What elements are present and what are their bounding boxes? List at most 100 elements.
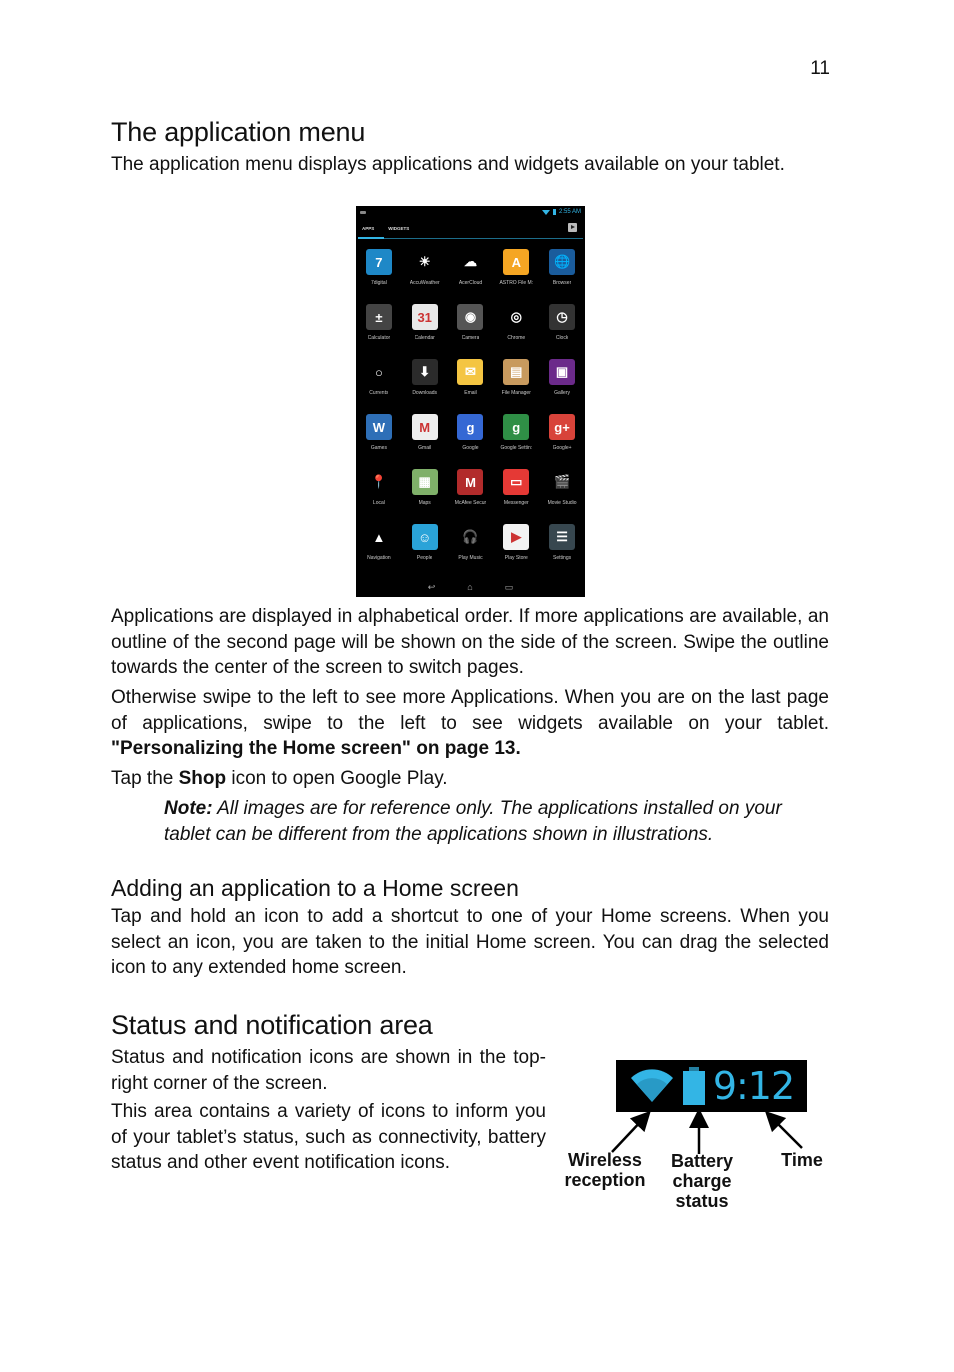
- section-title-application-menu: The application menu: [111, 117, 366, 147]
- status-paragraph-1: Status and notification icons are shown …: [111, 1047, 546, 1094]
- app-item[interactable]: ▭ Messenger: [493, 469, 539, 506]
- app-label: Play Store: [504, 555, 528, 561]
- tab-widgets[interactable]: WIDGETS: [388, 226, 409, 231]
- app-label: Google: [462, 445, 479, 451]
- gmail-icon: M: [411, 414, 438, 440]
- calculator-icon: ±: [365, 304, 392, 330]
- app-label: Play Music: [458, 555, 483, 561]
- mcafee-shield-icon: M: [457, 469, 484, 495]
- shop-icon[interactable]: [568, 223, 577, 232]
- page-number: 11: [810, 58, 830, 79]
- app-item[interactable]: ± Calculator: [356, 304, 402, 341]
- app-label: Local: [372, 500, 385, 506]
- app-item[interactable]: ☺ People: [402, 524, 448, 561]
- app-label: 7digital: [370, 280, 387, 286]
- callout-battery: Battery charge status: [670, 1151, 734, 1211]
- app-item[interactable]: g Google Settin:: [493, 414, 539, 451]
- app-item[interactable]: ✉ Email: [448, 359, 494, 396]
- app-item[interactable]: ☁ AcerCloud: [448, 249, 494, 286]
- app-label: ASTRO File M:: [499, 280, 534, 286]
- app-label: Clock: [555, 335, 569, 341]
- app-item[interactable]: 🌐 Browser: [539, 249, 585, 286]
- back-icon[interactable]: ↩: [428, 582, 436, 593]
- app-label: Chrome: [507, 335, 526, 341]
- app-label: Calculator: [367, 335, 391, 341]
- paragraph-swipe: Otherwise swipe to the left to see more …: [111, 685, 829, 762]
- app-item[interactable]: ◉ Camera: [448, 304, 494, 341]
- shop-text-pre: Tap the: [111, 768, 179, 789]
- calendar-icon: 31: [411, 304, 438, 330]
- map-pin-icon: 📍: [365, 469, 392, 495]
- status-paragraph-2: This area contains a variety of icons to…: [111, 1101, 546, 1173]
- app-item[interactable]: g+ Google+: [539, 414, 585, 451]
- app-item[interactable]: ▤ File Manager: [493, 359, 539, 396]
- drawer-tabs: APPS WIDGETS: [356, 218, 585, 238]
- personalizing-link[interactable]: "Personalizing the Home screen" on page …: [111, 738, 521, 759]
- app-item[interactable]: ▶ Play Store: [493, 524, 539, 561]
- google-settings-icon: g: [503, 414, 530, 440]
- battery-charge-icon: [682, 1067, 705, 1105]
- 7digital-icon: 7: [365, 249, 392, 275]
- status-time: 9:12: [712, 1064, 795, 1108]
- app-label: Calendar: [414, 335, 435, 341]
- app-item[interactable]: M Gmail: [402, 414, 448, 451]
- currents-icon: ○: [365, 359, 392, 385]
- app-item[interactable]: 31 Calendar: [402, 304, 448, 341]
- app-item[interactable]: ☀ AccuWeather: [402, 249, 448, 286]
- app-label: McAfee Secur: [454, 500, 487, 506]
- intro-paragraph: The application menu displays applicatio…: [111, 154, 785, 175]
- file-manager-icon: ▤: [503, 359, 530, 385]
- app-item[interactable]: g Google: [448, 414, 494, 451]
- app-item[interactable]: ▲ Navigation: [356, 524, 402, 561]
- app-label: AccuWeather: [409, 280, 440, 286]
- app-item[interactable]: ▣ Gallery: [539, 359, 585, 396]
- settings-sliders-icon: ☰: [549, 524, 576, 550]
- app-label: People: [416, 555, 433, 561]
- app-label: Google+: [552, 445, 572, 451]
- app-item[interactable]: 🎧 Play Music: [448, 524, 494, 561]
- app-label: AcerCloud: [458, 280, 483, 286]
- sun-icon: ☀: [411, 249, 438, 275]
- nav-bar: ↩ ⌂ ▭: [356, 582, 585, 593]
- tablet-status-bar: 2:55 AM: [356, 206, 585, 218]
- battery-icon: [552, 209, 556, 215]
- email-icon: ✉: [457, 359, 484, 385]
- home-icon[interactable]: ⌂: [467, 582, 472, 593]
- adding-app-paragraph: Tap and hold an icon to add a shortcut t…: [111, 906, 829, 978]
- app-item[interactable]: ◎ Chrome: [493, 304, 539, 341]
- chrome-icon: ◎: [503, 304, 530, 330]
- cloud-icon: ☁: [457, 249, 484, 275]
- app-item[interactable]: W Games: [356, 414, 402, 451]
- app-label: Messenger: [503, 500, 529, 506]
- google-plus-icon: g+: [549, 414, 576, 440]
- app-item[interactable]: ○ Currents: [356, 359, 402, 396]
- app-drawer-screenshot: 2:55 AM APPS WIDGETS 7 7digital ☀ AccuWeath…: [356, 206, 585, 597]
- tablet-clock: 2:55 AM: [558, 209, 581, 215]
- maps-icon: ▦: [411, 469, 438, 495]
- recent-apps-icon[interactable]: ▭: [505, 582, 514, 593]
- app-label: Downloads: [412, 390, 438, 396]
- app-label: Currents: [369, 390, 389, 396]
- gallery-icon: ▣: [549, 359, 576, 385]
- messenger-icon: ▭: [503, 469, 530, 495]
- wifi-icon: [541, 209, 550, 215]
- app-grid: 7 7digital ☀ AccuWeather ☁ AcerCloud A ASTRO Fi…: [356, 239, 585, 561]
- app-item[interactable]: ⬇ Downloads: [402, 359, 448, 396]
- app-item[interactable]: M McAfee Secur: [448, 469, 494, 506]
- app-item[interactable]: 📍 Local: [356, 469, 402, 506]
- google-search-icon: g: [457, 414, 484, 440]
- app-item[interactable]: ☰ Settings: [539, 524, 585, 561]
- app-item[interactable]: ◷ Clock: [539, 304, 585, 341]
- app-item[interactable]: ▦ Maps: [402, 469, 448, 506]
- download-icon: ⬇: [411, 359, 438, 385]
- notification-icon: [360, 210, 366, 214]
- status-bar-illustration: 9:12: [616, 1060, 807, 1112]
- callout-time: Time: [781, 1150, 823, 1170]
- tab-apps[interactable]: APPS: [362, 226, 374, 231]
- app-label: Movie Studio: [547, 500, 577, 506]
- app-item[interactable]: 7 7digital: [356, 249, 402, 286]
- app-item[interactable]: 🎬 Movie Studio: [539, 469, 585, 506]
- note: Note: All images are for reference only.…: [164, 796, 830, 847]
- app-item[interactable]: A ASTRO File M:: [493, 249, 539, 286]
- play-store-icon: ▶: [503, 524, 530, 550]
